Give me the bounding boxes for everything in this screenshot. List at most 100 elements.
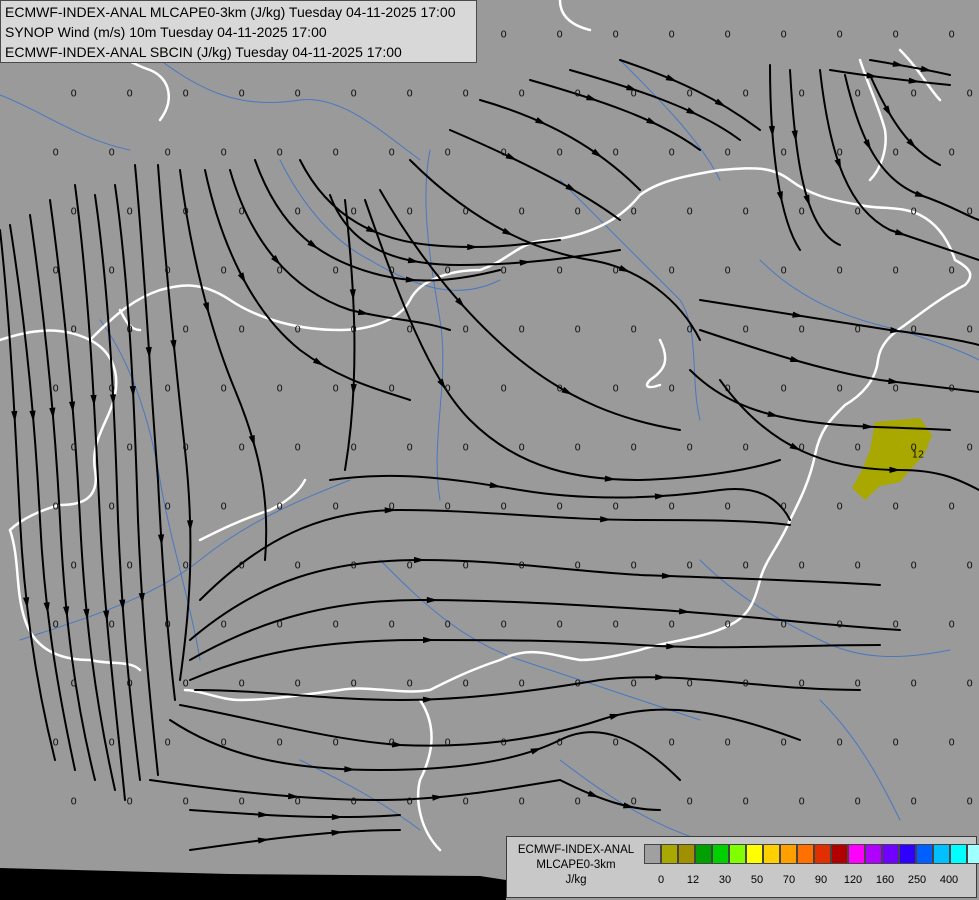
station-value: 0 [668,265,675,277]
station-value: 0 [220,147,227,159]
streamline-arrowhead [665,74,678,82]
station-value: 0 [220,501,227,513]
station-value: 0 [742,560,749,572]
station-value: 0 [798,560,805,572]
streamline [229,169,451,331]
station-value: 0 [276,265,283,277]
legend-swatch [678,844,695,864]
station-value: 0 [780,29,787,41]
station-value: 0 [500,265,507,277]
station-value: 0 [462,560,469,572]
station-value: 0 [612,501,619,513]
station-value: 0 [910,678,917,690]
streamline-arrowhead [502,227,514,236]
streamline [189,639,881,681]
station-value: 0 [406,206,413,218]
streamline [189,599,901,661]
border-line [416,698,442,852]
station-value: 0 [798,442,805,454]
streamline-arrowhead [535,117,547,125]
legend-swatch [831,844,848,864]
title-mlcape: ECMWF-INDEX-ANAL MLCAPE0-3km (J/kg) Tues… [5,4,456,20]
station-value: 0 [52,383,59,395]
legend-tick: 400 [939,874,959,886]
station-value: 0 [500,147,507,159]
station-value: 0 [630,796,637,808]
station-value: 0 [948,265,955,277]
station-value: 0 [500,501,507,513]
station-value: 0 [350,206,357,218]
station-value: 0 [910,324,917,336]
station-value: 0 [742,324,749,336]
station-value: 0 [108,383,115,395]
map-canvas [0,0,979,900]
streamline [179,704,801,747]
station-value: 0 [182,678,189,690]
station-value: 0 [556,619,563,631]
station-value: 0 [518,88,525,100]
streamline-arrowhead [467,243,479,251]
station-value: 0 [798,206,805,218]
streamline [379,189,681,431]
station-value: 0 [182,796,189,808]
station-value: 0 [332,501,339,513]
streamline [189,559,881,641]
station-value: 0 [966,796,973,808]
legend-swatch [814,844,831,864]
station-value: 0 [238,560,245,572]
station-value: 0 [388,383,395,395]
legend-swatch [661,844,678,864]
legend-swatch [644,844,661,864]
streamline-arrowhead [350,383,357,396]
streamline [529,79,701,151]
station-value: 0 [238,206,245,218]
station-value: 0 [294,678,301,690]
station-value: 0 [462,442,469,454]
station-value: 0 [294,442,301,454]
station-value: 0 [350,678,357,690]
streamline-arrowhead [894,228,907,236]
station-value: 0 [462,678,469,690]
station-value: 0 [126,206,133,218]
station-value: 0 [444,619,451,631]
title-synop-wind: SYNOP Wind (m/s) 10m Tuesday 04-11-2025 … [5,24,327,40]
station-value: 0 [892,501,899,513]
station-value: 0 [686,88,693,100]
streamline [719,379,979,491]
station-value: 0 [294,560,301,572]
station-value: 0 [406,678,413,690]
legend-tick: 70 [782,874,796,886]
station-value: 0 [612,265,619,277]
station-value: 0 [108,265,115,277]
station-value: 0 [70,560,77,572]
station-value: 0 [350,796,357,808]
legend-tick: 90 [814,874,828,886]
station-value: 0 [724,619,731,631]
station-value: 0 [276,383,283,395]
station-value: 0 [238,442,245,454]
station-value: 0 [574,678,581,690]
streamline-arrowhead [426,596,438,604]
station-value: 0 [332,265,339,277]
station-value: 0 [388,501,395,513]
station-value: 0 [836,29,843,41]
station-value: 0 [612,737,619,749]
station-value: 0 [948,147,955,159]
wind-streamlines-layer [0,59,979,851]
station-value: 0 [462,88,469,100]
station-value: 0 [126,678,133,690]
streamline-arrowhead [414,556,426,564]
station-value: 0 [444,383,451,395]
station-value: 0 [948,383,955,395]
streamline [157,164,192,681]
station-value: 0 [724,737,731,749]
station-value: 0 [406,88,413,100]
streamline-arrowhead [776,191,783,203]
streamline [569,69,741,141]
station-value: 0 [574,442,581,454]
station-value: 0 [686,796,693,808]
station-value: 0 [556,265,563,277]
legend-swatch [967,844,979,864]
station-value: 0 [164,147,171,159]
station-value: 0 [686,206,693,218]
